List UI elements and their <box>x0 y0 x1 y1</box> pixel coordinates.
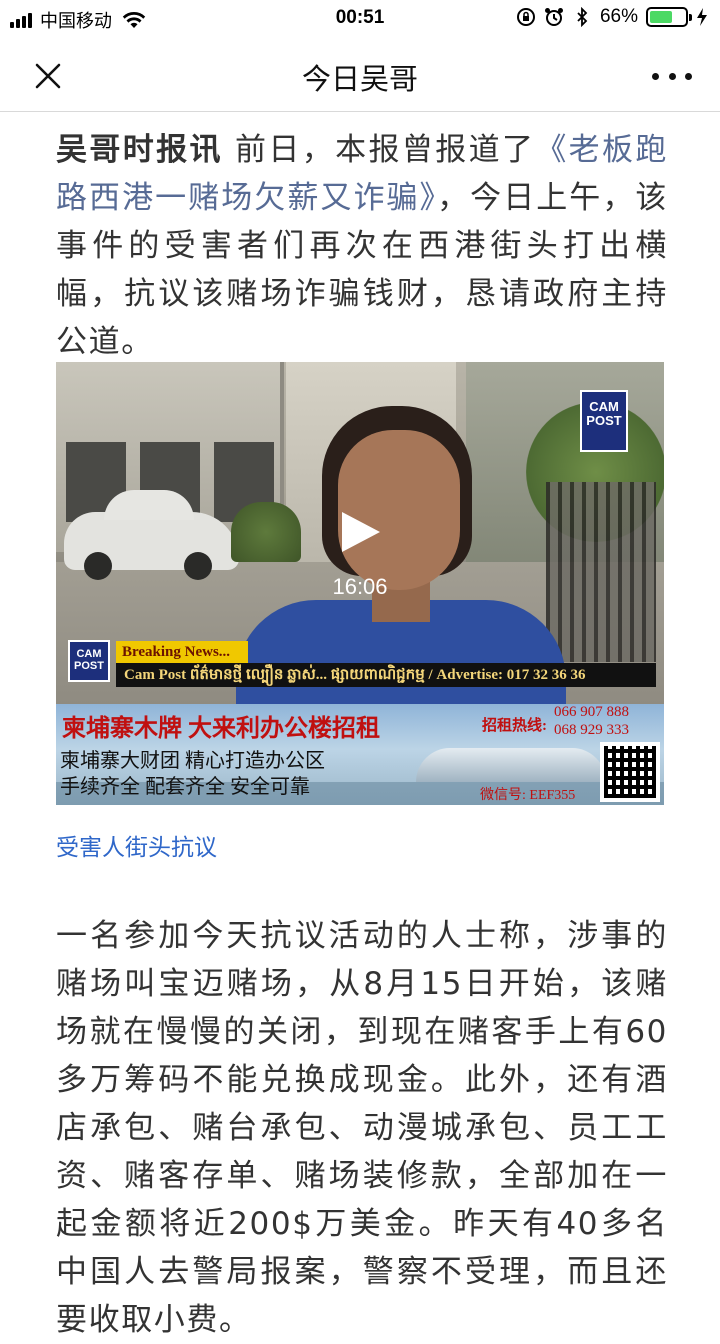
ad-hotline-label: 招租热线: <box>482 718 547 734</box>
article-lead: 吴哥时报讯 前日，本报曾报道了《老板跑路西港一赌场欠薪又诈骗》，今日上午，该事件… <box>56 126 668 366</box>
ad-line: 柬埔寨大财团 精心打造办公区 <box>60 750 325 772</box>
video-caption: 受害人街头抗议 <box>56 835 217 861</box>
video-thumbnail: CAM POST 16:06 CAM POST Breaking News...… <box>56 362 664 704</box>
body-paragraph: 一名参加今天抗议活动的人士称，涉事的赌场叫宝迈赌场，从8月15日开始，该赌场就在… <box>56 918 668 1338</box>
lead-text: 前日，本报曾报道了 <box>222 132 536 168</box>
ad-phone: 066 907 888 <box>554 704 629 720</box>
bluetooth-icon <box>577 7 588 27</box>
status-right: 66% <box>516 6 708 28</box>
charging-icon <box>697 8 707 26</box>
nav-title: 今日吴哥 <box>301 62 418 96</box>
lead-bold: 吴哥时报讯 <box>56 132 223 168</box>
status-bar: 中国移动 00:51 66% <box>0 0 720 38</box>
ad-wechat: 微信号: EEF355 <box>480 788 576 803</box>
lead-paragraph: 吴哥时报讯 前日，本报曾报道了《老板跑路西港一赌场欠薪又诈骗》，今日上午，该事件… <box>56 126 668 366</box>
play-icon[interactable] <box>338 510 382 554</box>
orientation-lock-icon <box>516 8 535 26</box>
battery-icon <box>646 7 692 27</box>
ad-phone: 068 929 333 <box>554 722 629 738</box>
ad-banner: 柬埔寨木牌 大来利办公楼招租 招租热线: 066 907 888 068 929… <box>56 704 664 805</box>
cam-post-logo: CAM POST <box>580 390 628 452</box>
nav-bar: 今日吴哥 <box>0 38 720 112</box>
breaking-news-label: Breaking News... <box>116 641 248 663</box>
alarm-icon <box>544 8 563 26</box>
ad-title: 柬埔寨木牌 大来利办公楼招租 <box>62 716 380 742</box>
news-ticker: Cam Post ព័ត៌មានថ្មី ល្បឿន ឆ្លាស់... ផ្ស… <box>116 663 656 687</box>
more-icon[interactable] <box>652 58 692 94</box>
video-duration: 16:06 <box>332 574 388 599</box>
article-body: 一名参加今天抗议活动的人士称，涉事的赌场叫宝迈赌场，从8月15日开始，该赌场就在… <box>56 912 668 1344</box>
qr-code-icon <box>600 742 660 802</box>
video-player[interactable]: CAM POST 16:06 CAM POST Breaking News...… <box>56 362 664 805</box>
battery-percent: 66% <box>599 6 638 27</box>
ticker-logo: CAM POST <box>68 640 110 682</box>
ad-line: 手续齐全 配套齐全 安全可靠 <box>60 776 310 798</box>
